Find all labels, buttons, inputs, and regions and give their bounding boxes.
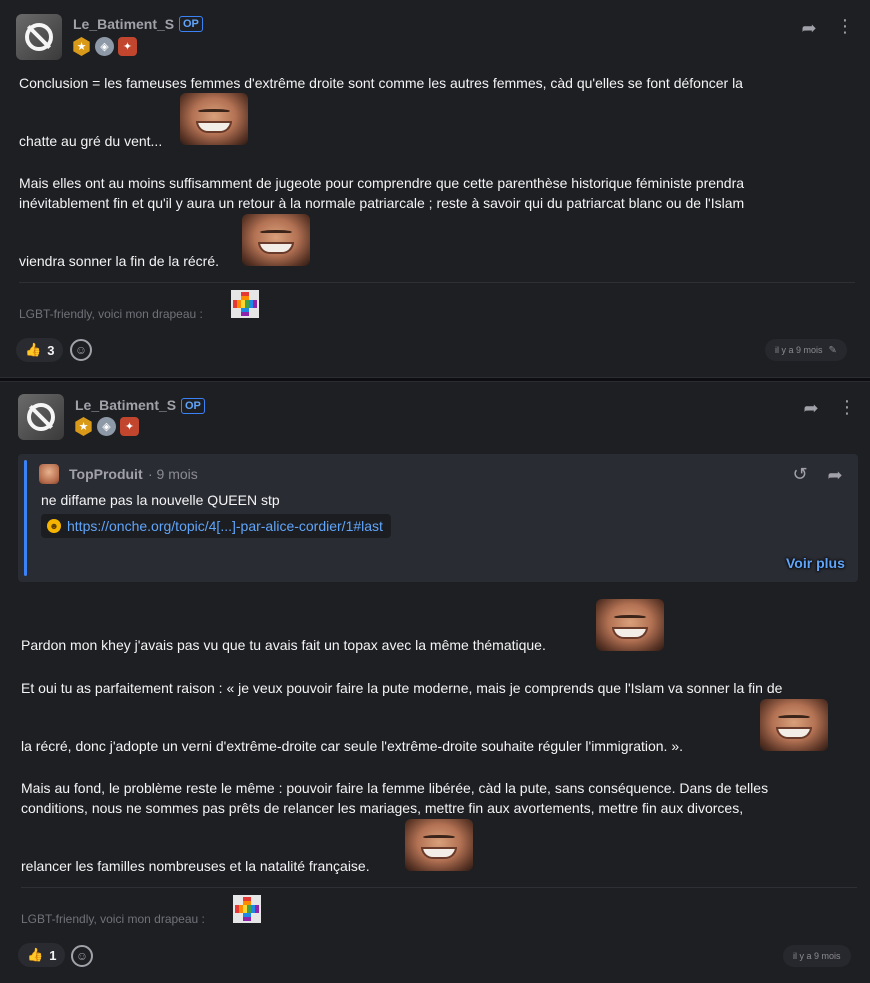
quote-share-icon[interactable]: ➦ bbox=[825, 465, 845, 485]
post-text-line: Et oui tu as parfaitement raison : « je … bbox=[21, 680, 783, 696]
post-text-line: relancer les familles nombreuses et la n… bbox=[21, 858, 370, 874]
like-button[interactable]: 👍 3 bbox=[16, 338, 64, 362]
signature-text: LGBT-friendly, voici mon drapeau : bbox=[19, 307, 203, 321]
star-badge-icon[interactable]: ★ bbox=[75, 417, 92, 436]
like-button[interactable]: 👍 1 bbox=[18, 943, 66, 967]
add-reaction-icon[interactable]: ☺ bbox=[71, 945, 93, 967]
post-timestamp[interactable]: il y a 9 mois bbox=[783, 945, 851, 967]
post-text-line: Mais au fond, le problème reste le même … bbox=[21, 780, 769, 796]
user-badges: ★ ◈ ✦ bbox=[72, 37, 137, 56]
rainbow-flag-image bbox=[233, 895, 261, 923]
post-text-line: chatte au gré du vent... bbox=[19, 133, 163, 149]
add-reaction-icon[interactable]: ☺ bbox=[70, 339, 92, 361]
username[interactable]: Le_Batiment_S bbox=[73, 16, 174, 32]
rainbow-flag-image bbox=[231, 290, 259, 318]
share-icon[interactable]: ➦ bbox=[801, 398, 821, 418]
history-icon[interactable]: ↺ bbox=[790, 464, 810, 484]
post-text-line: inévitablement fin et qu'il y aura un re… bbox=[19, 195, 745, 211]
quoted-user-avatar[interactable] bbox=[39, 464, 59, 484]
quoted-link[interactable]: ☻ https://onche.org/topic/4[...]-par-ali… bbox=[41, 514, 391, 538]
post-text-line: Mais elles ont au moins suffisamment de … bbox=[19, 175, 745, 191]
user-badges: ★ ◈ ✦ bbox=[74, 417, 139, 436]
post-text-line: viendra sonner la fin de la récré. bbox=[19, 253, 219, 269]
smiley-sticker bbox=[405, 819, 473, 871]
share-icon[interactable]: ➦ bbox=[799, 18, 819, 38]
user-avatar[interactable] bbox=[18, 394, 64, 440]
fire-badge-icon[interactable]: ✦ bbox=[120, 417, 139, 436]
op-badge: OP bbox=[181, 398, 205, 414]
smiley-sticker bbox=[760, 699, 828, 751]
post-timestamp[interactable]: il y a 9 mois ✎ bbox=[765, 339, 847, 361]
user-avatar[interactable] bbox=[16, 14, 62, 60]
see-more-link[interactable]: Voir plus bbox=[786, 555, 845, 571]
quoted-username[interactable]: TopProduit bbox=[69, 466, 143, 482]
smiley-sticker bbox=[180, 93, 248, 145]
like-count: 1 bbox=[49, 947, 57, 963]
signature-text: LGBT-friendly, voici mon drapeau : bbox=[21, 912, 205, 926]
quoted-text: ne diffame pas la nouvelle QUEEN stp bbox=[41, 492, 280, 508]
edit-pencil-icon: ✎ bbox=[828, 344, 837, 356]
fire-badge-icon[interactable]: ✦ bbox=[118, 37, 137, 56]
signature-divider bbox=[21, 887, 857, 888]
quote-bar bbox=[24, 460, 27, 576]
post-1: Le_Batiment_S OP ★ ◈ ✦ ➦ ⋮ Conclusion = … bbox=[0, 0, 870, 378]
shield-badge-icon[interactable]: ◈ bbox=[95, 37, 114, 56]
signature-divider bbox=[19, 282, 855, 283]
thumbs-up-icon: 👍 bbox=[25, 342, 42, 357]
op-badge: OP bbox=[179, 16, 203, 32]
post-text-line: la récré, donc j'adopte un verni d'extrê… bbox=[21, 738, 684, 754]
star-badge-icon[interactable]: ★ bbox=[73, 37, 90, 56]
onche-favicon-icon: ☻ bbox=[47, 519, 61, 533]
post-text-line: Conclusion = les fameuses femmes d'extrê… bbox=[19, 75, 743, 91]
post-text-line: conditions, nous ne sommes pas prêts de … bbox=[21, 800, 744, 816]
post-text-line: Pardon mon khey j'avais pas vu que tu av… bbox=[21, 637, 546, 653]
like-count: 3 bbox=[47, 342, 55, 358]
smiley-sticker bbox=[596, 599, 664, 651]
smiley-sticker bbox=[242, 214, 310, 266]
more-options-icon[interactable]: ⋮ bbox=[837, 397, 857, 417]
quoted-time: · 9 mois bbox=[148, 466, 198, 482]
shield-badge-icon[interactable]: ◈ bbox=[97, 417, 116, 436]
thumbs-up-icon: 👍 bbox=[27, 947, 44, 962]
username[interactable]: Le_Batiment_S bbox=[75, 397, 176, 413]
more-options-icon[interactable]: ⋮ bbox=[835, 16, 855, 36]
